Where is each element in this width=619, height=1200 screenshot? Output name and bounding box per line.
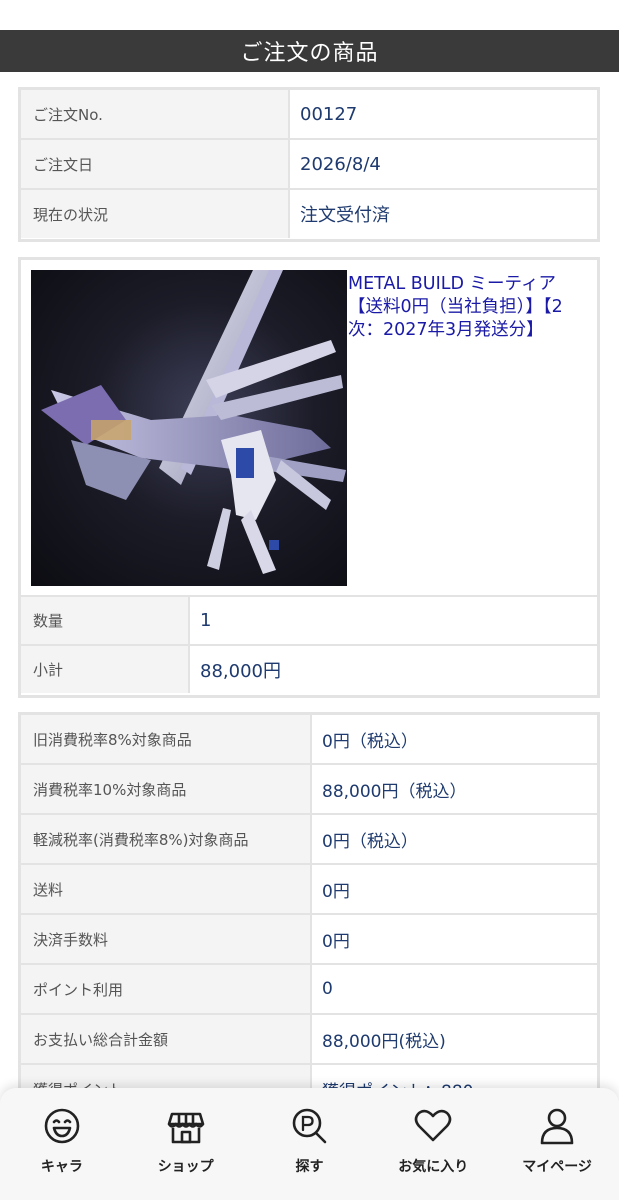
table-row: 決済手数料 0円	[21, 913, 597, 965]
nav-item-search[interactable]: 探す	[254, 1088, 364, 1176]
nav-item-favorites[interactable]: お気に入り	[378, 1088, 488, 1176]
order-date-value: 2026/8/4	[288, 138, 597, 190]
table-row: ご注文日 2026/8/4	[21, 138, 597, 190]
nav-label: お気に入り	[398, 1159, 469, 1175]
table-row: お支払い総合計金額 88,000円(税込)	[21, 1013, 597, 1065]
table-row: ご注文No. 00127	[21, 90, 597, 140]
nav-label: キャラ	[40, 1159, 83, 1175]
old-tax-8-value: 0円（税込）	[310, 715, 597, 765]
nav-label: マイページ	[522, 1159, 592, 1175]
shop-icon	[166, 1106, 206, 1150]
bottom-nav: キャラ ショップ 探す お気に入り マイページ	[0, 1088, 619, 1200]
nav-item-mypage[interactable]: マイページ	[502, 1088, 612, 1176]
points-used-value: 0	[310, 963, 597, 1015]
nav-label: ショップ	[157, 1159, 214, 1175]
subtotal-label: 小計	[21, 644, 190, 693]
nav-label: 探す	[295, 1159, 324, 1175]
payment-fee-label: 決済手数料	[21, 913, 312, 965]
status-area	[0, 0, 619, 30]
table-row: 軽減税率(消費税率8%)対象商品 0円（税込）	[21, 813, 597, 865]
table-row: 小計 88,000円	[21, 644, 597, 693]
quantity-value: 1	[188, 597, 597, 646]
product-card: METAL BUILD ミーティア【送料0円（当社負担）】【2次：2027年3月…	[18, 257, 600, 698]
reduced-tax-label: 軽減税率(消費税率8%)対象商品	[21, 813, 312, 865]
nav-item-shop[interactable]: ショップ	[131, 1088, 241, 1176]
user-icon	[537, 1106, 577, 1150]
page-header: ご注文の商品	[0, 30, 619, 72]
order-number-label: ご注文No.	[21, 90, 290, 140]
product-title-link[interactable]: METAL BUILD ミーティア【送料0円（当社負担）】【2次：2027年3月…	[348, 273, 578, 342]
price-summary-table: 旧消費税率8%対象商品 0円（税込） 消費税率10%対象商品 88,000円（税…	[18, 712, 600, 1113]
tax-10-label: 消費税率10%対象商品	[21, 763, 312, 815]
table-row: ポイント利用 0	[21, 963, 597, 1015]
order-number-value: 00127	[288, 90, 597, 140]
page-title: ご注文の商品	[240, 41, 379, 66]
table-row: 送料 0円	[21, 863, 597, 915]
order-status-value: 注文受付済	[288, 188, 597, 238]
order-date-label: ご注文日	[21, 138, 290, 190]
shipping-value: 0円	[310, 863, 597, 915]
payment-fee-value: 0円	[310, 913, 597, 965]
heart-icon	[413, 1106, 453, 1150]
order-status-label: 現在の状況	[21, 188, 290, 238]
tax-10-value: 88,000円（税込）	[310, 763, 597, 815]
product-header: METAL BUILD ミーティア【送料0円（当社負担）】【2次：2027年3月…	[21, 260, 597, 597]
grand-total-value: 88,000円(税込)	[310, 1013, 597, 1065]
grand-total-label: お支払い総合計金額	[21, 1013, 312, 1065]
table-row: 数量 1	[21, 597, 597, 646]
smile-icon	[42, 1106, 82, 1150]
table-row: 旧消費税率8%対象商品 0円（税込）	[21, 715, 597, 765]
points-used-label: ポイント利用	[21, 963, 312, 1015]
nav-item-chara[interactable]: キャラ	[7, 1088, 117, 1176]
old-tax-8-label: 旧消費税率8%対象商品	[21, 715, 312, 765]
subtotal-value: 88,000円	[188, 644, 597, 693]
table-row: 現在の状況 注文受付済	[21, 188, 597, 238]
product-image[interactable]	[31, 270, 347, 586]
search-icon	[289, 1106, 329, 1150]
table-row: 消費税率10%対象商品 88,000円（税込）	[21, 763, 597, 815]
order-info-table: ご注文No. 00127 ご注文日 2026/8/4 現在の状況 注文受付済	[18, 87, 600, 242]
shipping-label: 送料	[21, 863, 312, 915]
quantity-label: 数量	[21, 597, 190, 646]
reduced-tax-value: 0円（税込）	[310, 813, 597, 865]
